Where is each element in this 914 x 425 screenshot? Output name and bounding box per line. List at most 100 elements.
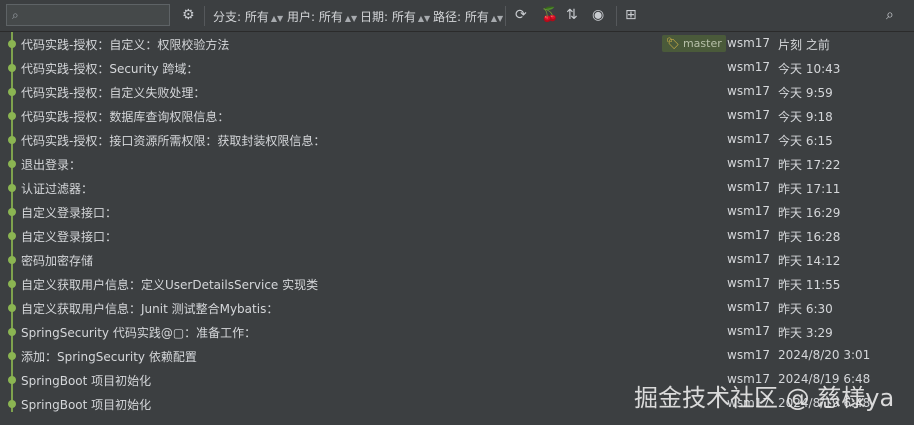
commit-author: wsm17	[727, 132, 771, 146]
search-icon[interactable]: ⌕	[886, 6, 894, 24]
commit-date: 昨天 3:29	[778, 326, 833, 340]
commit-date: 昨天 6:30	[778, 302, 833, 316]
commit-message: 自定义获取用户信息：定义UserDetailsService 实现类	[21, 278, 319, 292]
date-filter[interactable]: 日期: 所有 ▲▼	[360, 8, 430, 25]
commit-message: 添加：SpringSecurity 依赖配置	[21, 350, 197, 364]
commit-row[interactable]: 代码实践-授权：自定义失败处理： wsm17 今天 9:59	[0, 80, 914, 104]
sort-arrows-icon: ▲▼	[344, 14, 358, 23]
commit-row[interactable]: 自定义获取用户信息：定义UserDetailsService 实现类 wsm17 昨…	[0, 272, 914, 296]
commit-row[interactable]: 代码实践-授权：自定义：权限校验方法 🏷 master wsm17 片刻 之前	[0, 32, 914, 56]
commit-node-dot	[8, 304, 16, 312]
commit-message: 密码加密存储	[21, 254, 94, 268]
commit-row[interactable]: 自定义获取用户信息：Junit 测试整合Mybatis： wsm17 昨天 6:30	[0, 296, 914, 320]
commit-author: wsm17	[727, 84, 771, 98]
commit-author: wsm17	[727, 60, 771, 74]
search-box[interactable]: ⌕	[6, 4, 170, 26]
commit-date: 今天 9:59	[778, 86, 833, 100]
commit-date: 2024/8/20 3:01	[778, 348, 871, 362]
commit-message: 代码实践-授权：自定义失败处理：	[21, 86, 206, 100]
commit-message: SpringSecurity 代码实践@▢：准备工作：	[21, 326, 257, 340]
commit-date: 昨天 16:28	[778, 230, 841, 244]
eye-icon[interactable]: ◉	[592, 6, 604, 24]
commit-message: 代码实践-授权：自定义：权限校验方法	[21, 38, 230, 52]
commit-message: 自定义登录接口：	[21, 206, 118, 220]
commit-message: 退出登录：	[21, 158, 82, 172]
sort-arrows-icon: ▲▼	[490, 14, 504, 23]
commit-date: 昨天 17:11	[778, 182, 841, 196]
commit-row[interactable]: 自定义登录接口： wsm17 昨天 16:29	[0, 200, 914, 224]
commit-row[interactable]: 密码加密存储 wsm17 昨天 14:12	[0, 248, 914, 272]
commit-row[interactable]: 认证过滤器： wsm17 昨天 17:11	[0, 176, 914, 200]
commit-message: 代码实践-授权：Security 跨域：	[21, 62, 199, 76]
commit-node-dot	[8, 64, 16, 72]
commit-date: 今天 6:15	[778, 134, 833, 148]
commit-date: 今天 9:18	[778, 110, 833, 124]
commit-date: 昨天 14:12	[778, 254, 841, 268]
commit-node-dot	[8, 112, 16, 120]
commit-date: 昨天 17:22	[778, 158, 841, 172]
commit-row[interactable]: SpringSecurity 代码实践@▢：准备工作： wsm17 昨天 3:29	[0, 320, 914, 344]
commit-node-dot	[8, 208, 16, 216]
commit-message: 代码实践-授权：数据库查询权限信息：	[21, 110, 230, 124]
watermark: 掘金技术社区 @ 慈様ya	[634, 384, 895, 412]
commit-author: wsm17	[727, 348, 771, 362]
path-filter-label: 路径: 所有	[433, 10, 489, 24]
commit-row[interactable]: 代码实践-授权：接口资源所需权限：获取封装权限信息： wsm17 今天 6:15	[0, 128, 914, 152]
commit-row[interactable]: 代码实践-授权：数据库查询权限信息： wsm17 今天 9:18	[0, 104, 914, 128]
toolbar-separator	[204, 6, 205, 26]
search-icon: ⌕	[12, 8, 19, 22]
gear-icon[interactable]: ⚙	[182, 6, 195, 24]
search-input[interactable]	[31, 7, 170, 25]
commit-author: wsm17	[727, 300, 771, 314]
commit-row[interactable]: 添加：SpringSecurity 依赖配置 wsm17 2024/8/20 3:0…	[0, 344, 914, 368]
commit-message: SpringBoot 项目初始化	[21, 398, 152, 412]
commit-row[interactable]: 代码实践-授权：Security 跨域： wsm17 今天 10:43	[0, 56, 914, 80]
open-new-tab-icon[interactable]: ⊞	[625, 6, 637, 24]
commit-author: wsm17	[727, 156, 771, 170]
tag-icon: 🏷	[666, 37, 680, 50]
commit-message: 认证过滤器：	[21, 182, 94, 196]
commit-message: SpringBoot 项目初始化	[21, 374, 152, 388]
commit-node-dot	[8, 352, 16, 360]
commit-node-dot	[8, 256, 16, 264]
commit-date: 昨天 16:29	[778, 206, 841, 220]
commit-author: wsm17	[727, 276, 771, 290]
branch-filter-label: 分支: 所有	[213, 10, 269, 24]
commit-date: 昨天 11:55	[778, 278, 841, 292]
commit-message: 自定义获取用户信息：Junit 测试整合Mybatis：	[21, 302, 279, 316]
branch-filter[interactable]: 分支: 所有 ▲▼	[213, 8, 283, 25]
commit-author: wsm17	[727, 228, 771, 242]
commit-node-dot	[8, 376, 16, 384]
toolbar-separator	[505, 6, 506, 26]
commit-row[interactable]: 退出登录： wsm17 昨天 17:22	[0, 152, 914, 176]
commit-list: 代码实践-授权：自定义：权限校验方法 🏷 master wsm17 片刻 之前 代码实践-…	[0, 32, 914, 416]
commit-node-dot	[8, 280, 16, 288]
user-filter[interactable]: 用户: 所有 ▲▼	[287, 8, 357, 25]
refresh-icon[interactable]: ⟳	[515, 6, 527, 24]
sort-arrows-icon: ▲▼	[417, 14, 431, 23]
commit-node-dot	[8, 88, 16, 96]
commit-author: wsm17	[727, 204, 771, 218]
commit-row[interactable]: 自定义登录接口： wsm17 昨天 16:28	[0, 224, 914, 248]
commit-node-dot	[8, 232, 16, 240]
commit-date: 片刻 之前	[778, 38, 830, 52]
user-filter-label: 用户: 所有	[287, 10, 343, 24]
branch-tag-label: master	[682, 37, 722, 50]
date-filter-label: 日期: 所有	[360, 10, 416, 24]
commit-node-dot	[8, 328, 16, 336]
cherry-pick-icon: 🍒	[541, 7, 559, 23]
path-filter[interactable]: 路径: 所有 ▲▼	[433, 8, 503, 25]
commit-author: wsm17	[727, 324, 771, 338]
commit-author: wsm17	[727, 36, 771, 50]
sort-icon[interactable]: ⇅	[566, 6, 578, 24]
branch-tag[interactable]: 🏷 master	[662, 35, 726, 52]
commit-node-dot	[8, 400, 16, 408]
commit-node-dot	[8, 136, 16, 144]
commit-node-dot	[8, 184, 16, 192]
commit-node-dot	[8, 40, 16, 48]
git-log-window: ⌕ ⚙ 分支: 所有 ▲▼ 用户: 所有 ▲▼ 日期: 所有 ▲▼ 路径: 所有 ▲▼ …	[0, 0, 914, 425]
commit-author: wsm17	[727, 252, 771, 266]
toolbar-separator	[616, 6, 617, 26]
commit-author: wsm17	[727, 108, 771, 122]
commit-node-dot	[8, 160, 16, 168]
